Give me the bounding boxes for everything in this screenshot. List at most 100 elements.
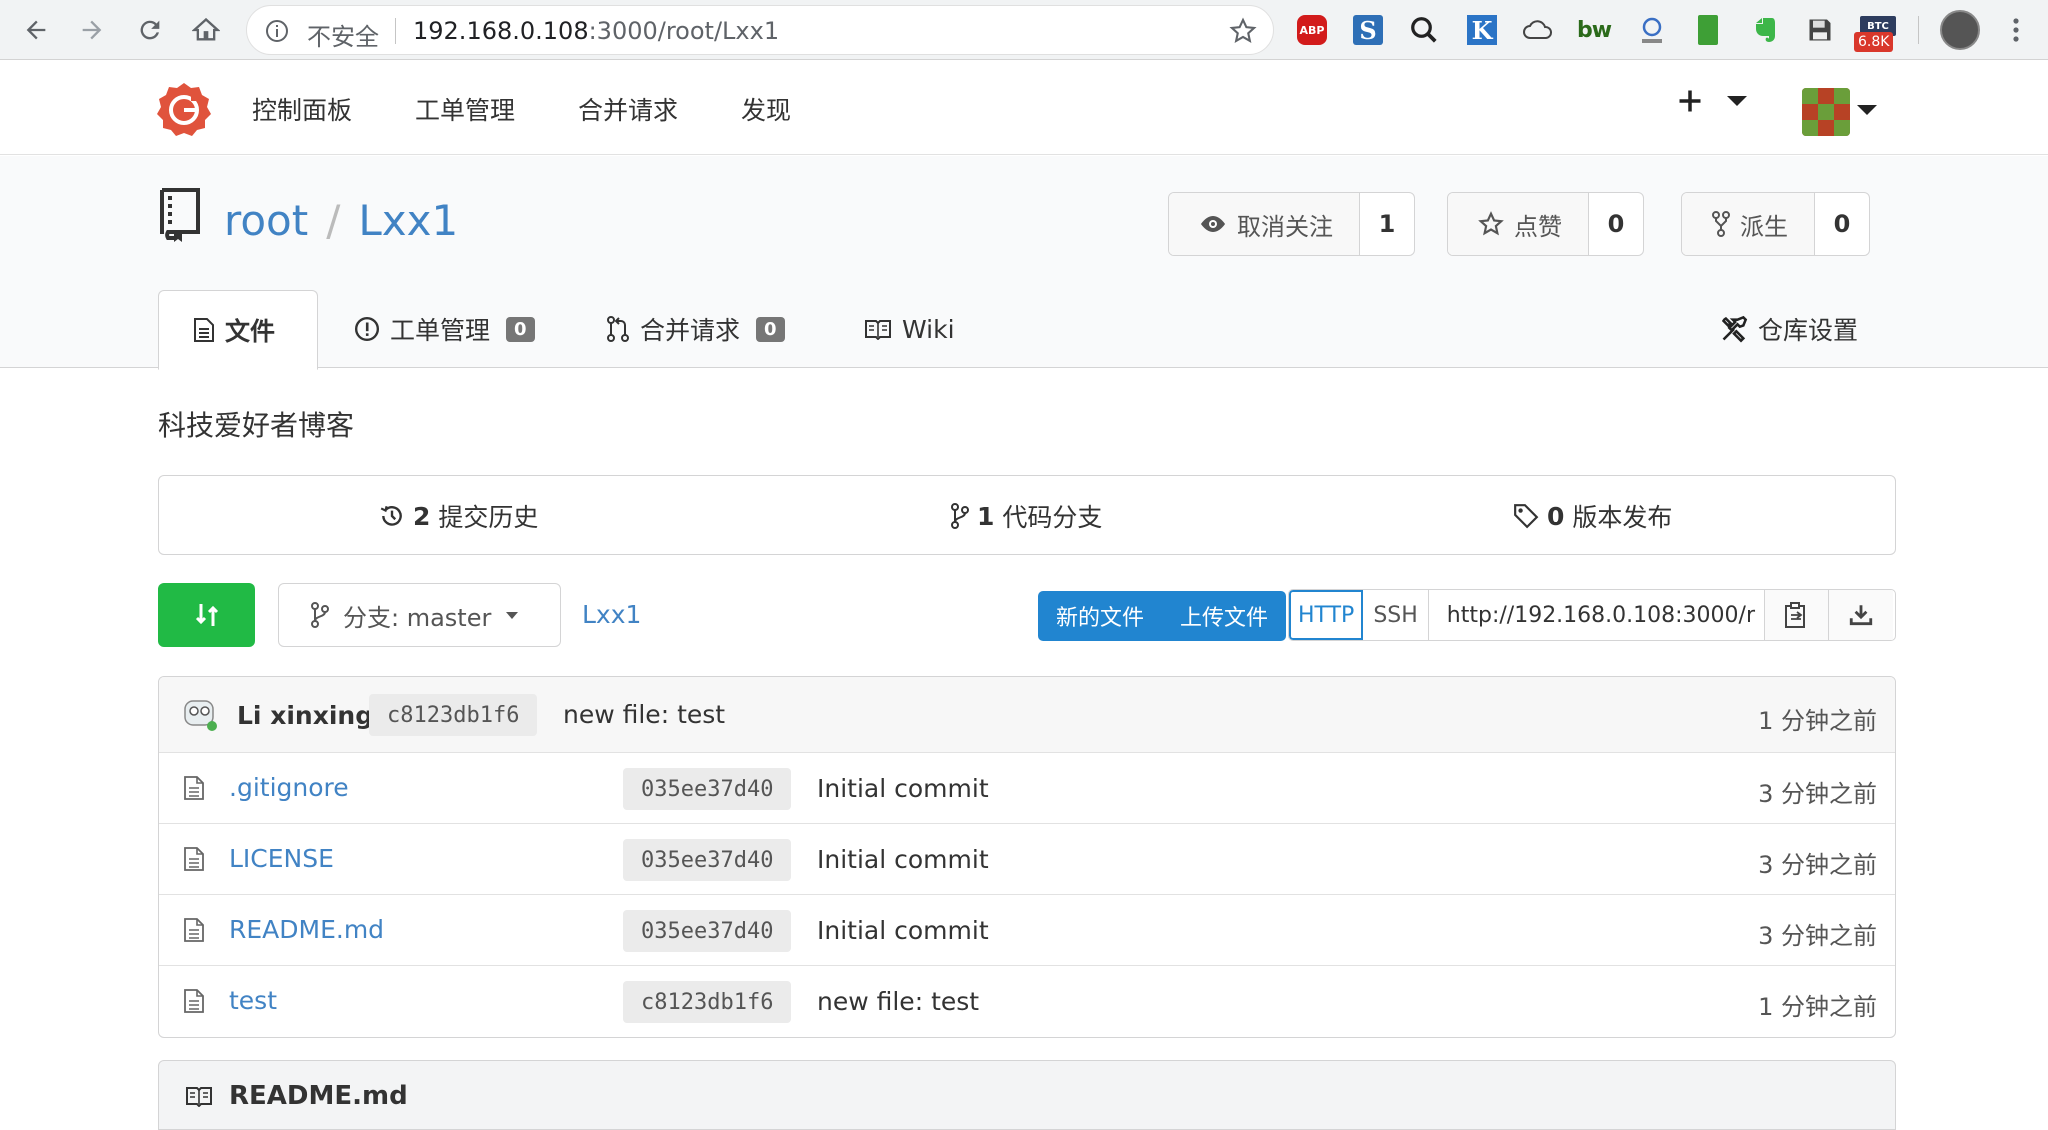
gogs-logo-icon[interactable]	[156, 81, 212, 137]
forward-button[interactable]	[70, 8, 114, 52]
file-icon	[183, 775, 205, 801]
clipboard-icon	[1785, 602, 1806, 628]
caret-down-icon	[1727, 96, 1747, 106]
save-extension-icon[interactable]	[1802, 12, 1838, 48]
nav-pulls[interactable]: 合并请求	[578, 91, 678, 127]
repo-owner-link[interactable]: root	[224, 196, 308, 245]
file-commit-sha[interactable]: c8123db1f6	[623, 981, 792, 1023]
repo-description: 科技爱好者博客	[158, 409, 355, 442]
caret-down-icon	[506, 612, 519, 619]
file-commit-time: 3 分钟之前	[1758, 922, 1877, 950]
repo-stats-bar: 2 提交历史 1 代码分支 0 版本发布	[158, 475, 1896, 555]
book-extension-icon[interactable]	[1690, 12, 1726, 48]
path-crumb-repo[interactable]: Lxx1	[582, 600, 641, 629]
clone-panel: HTTP SSH http://192.168.0.108:3000/r	[1288, 589, 1896, 641]
fork-count[interactable]: 0	[1815, 193, 1869, 255]
file-commit-time: 1 分钟之前	[1758, 993, 1877, 1021]
pull-request-icon	[607, 316, 629, 342]
file-row: LICENSE 035ee37d40 Initial commit 3 分钟之前	[159, 824, 1895, 895]
file-icon	[183, 988, 205, 1014]
download-icon	[1849, 605, 1872, 626]
back-button[interactable]	[14, 8, 58, 52]
download-button[interactable]	[1828, 590, 1893, 640]
upload-file-button[interactable]: 上传文件	[1162, 591, 1286, 641]
evernote-extension-icon[interactable]	[1746, 12, 1782, 48]
bw-extension-icon[interactable]: bw	[1576, 12, 1612, 48]
file-name-link[interactable]: .gitignore	[229, 773, 349, 802]
file-icon	[183, 846, 205, 872]
translate-extension-icon[interactable]	[1634, 12, 1670, 48]
user-menu-caret-icon[interactable]	[1856, 103, 1878, 117]
file-commit-message[interactable]: Initial commit	[817, 916, 989, 945]
create-menu[interactable]	[1676, 87, 1748, 115]
file-commit-sha[interactable]: 035ee37d40	[623, 839, 792, 881]
branch-dropdown[interactable]: 分支: master	[278, 583, 561, 647]
file-commit-sha[interactable]: 035ee37d40	[623, 768, 792, 810]
repo-name-link[interactable]: Lxx1	[358, 196, 458, 245]
nav-issues[interactable]: 工单管理	[415, 91, 515, 127]
copy-url-button[interactable]	[1764, 590, 1829, 640]
tab-issues[interactable]: 工单管理 0	[354, 290, 535, 368]
http-clone-button[interactable]: HTTP	[1289, 590, 1364, 640]
tab-wiki[interactable]: Wiki	[864, 290, 955, 368]
fork-button-group: 派生 0	[1681, 192, 1870, 256]
adblock-extension-icon[interactable]: ABP	[1294, 12, 1330, 48]
star-icon	[1478, 211, 1504, 236]
info-icon[interactable]	[265, 19, 289, 43]
fork-icon	[1712, 211, 1730, 237]
releases-stat[interactable]: 0 版本发布	[1513, 498, 1672, 534]
file-row: test c8123db1f6 new file: test 1 分钟之前	[159, 966, 1895, 1037]
btc-badge: 6.8K	[1854, 32, 1894, 52]
file-name-link[interactable]: README.md	[229, 915, 384, 944]
bookmark-star-icon[interactable]	[1229, 17, 1257, 45]
file-commit-message[interactable]: new file: test	[817, 987, 979, 1016]
more-menu-icon[interactable]	[2006, 16, 2026, 44]
star-button[interactable]: 点赞	[1448, 193, 1589, 255]
url-text[interactable]: 192.168.0.108:3000/root/Lxx1	[413, 17, 779, 45]
commits-stat[interactable]: 2 提交历史	[379, 498, 538, 534]
watch-button[interactable]: 取消关注	[1169, 193, 1360, 255]
search-extension-icon[interactable]	[1406, 12, 1442, 48]
watch-count[interactable]: 1	[1360, 193, 1414, 255]
ssh-clone-button[interactable]: SSH	[1363, 590, 1429, 640]
user-avatar[interactable]	[1802, 88, 1850, 136]
tab-files[interactable]: 文件	[158, 290, 318, 370]
profile-avatar[interactable]	[1940, 10, 1980, 50]
watch-button-group: 取消关注 1	[1168, 192, 1415, 256]
star-count[interactable]: 0	[1589, 193, 1643, 255]
tab-pulls[interactable]: 合并请求 0	[606, 290, 785, 368]
tab-settings[interactable]: 仓库设置	[1720, 290, 1858, 368]
reload-button[interactable]	[128, 8, 172, 52]
compare-button[interactable]	[158, 583, 255, 647]
star-button-group: 点赞 0	[1447, 192, 1644, 256]
branches-stat[interactable]: 1 代码分支	[951, 498, 1102, 534]
address-bar[interactable]: 不安全 192.168.0.108:3000/root/Lxx1	[246, 5, 1274, 55]
file-name-link[interactable]: LICENSE	[229, 844, 334, 873]
fork-button[interactable]: 派生	[1682, 193, 1815, 255]
file-commit-message[interactable]: Initial commit	[817, 845, 989, 874]
new-file-button[interactable]: 新的文件	[1038, 591, 1162, 641]
s-extension-icon[interactable]: S	[1350, 12, 1386, 48]
commit-sha[interactable]: c8123db1f6	[369, 694, 538, 736]
issue-icon	[354, 316, 380, 342]
repo-title: root / Lxx1	[224, 196, 459, 245]
issues-count-badge: 0	[506, 316, 535, 342]
file-commit-message[interactable]: Initial commit	[817, 774, 989, 803]
cloud-extension-icon[interactable]	[1520, 12, 1556, 48]
commit-author-avatar[interactable]	[179, 693, 219, 733]
book-icon	[185, 1085, 213, 1107]
pulls-count-badge: 0	[756, 316, 785, 342]
file-icon	[183, 917, 205, 943]
latest-commit-row: Li xinxing c8123db1f6 new file: test 1 分…	[159, 677, 1895, 753]
file-name-link[interactable]: test	[229, 986, 277, 1015]
file-commit-sha[interactable]: 035ee37d40	[623, 910, 792, 952]
readme-header: README.md	[158, 1060, 1896, 1130]
nav-explore[interactable]: 发现	[741, 91, 791, 127]
clone-url-input[interactable]: http://192.168.0.108:3000/r	[1429, 590, 1765, 640]
compare-icon	[195, 604, 218, 626]
file-commit-time: 3 分钟之前	[1758, 851, 1877, 879]
k-extension-icon[interactable]: K	[1464, 12, 1500, 48]
nav-dashboard[interactable]: 控制面板	[252, 91, 352, 127]
commit-author[interactable]: Li xinxing	[237, 701, 373, 730]
home-button[interactable]	[184, 8, 228, 52]
